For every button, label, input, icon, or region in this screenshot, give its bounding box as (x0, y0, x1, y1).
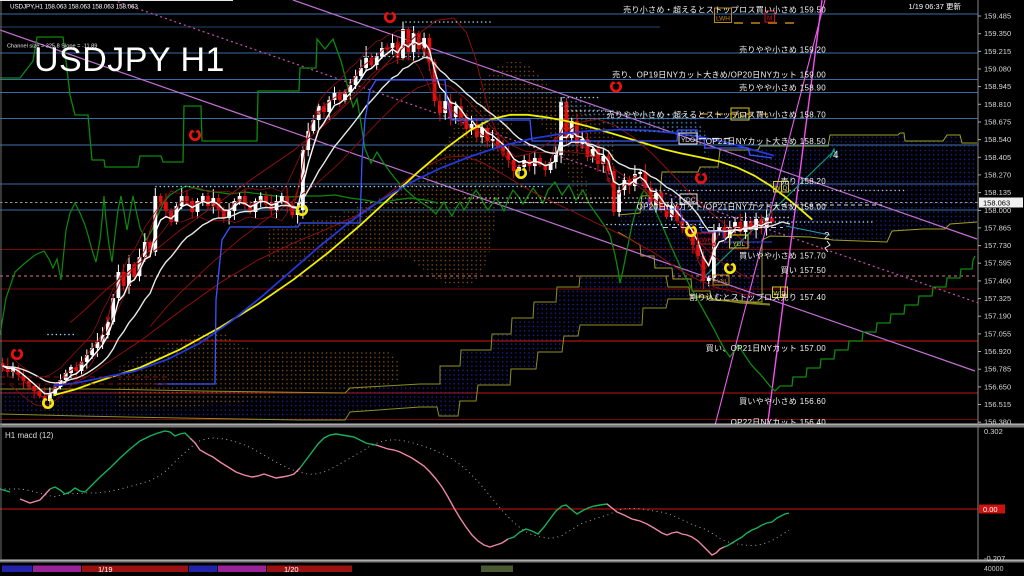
svg-text:D: D (783, 185, 788, 192)
svg-text:0.302: 0.302 (984, 427, 1003, 436)
svg-text:157.865: 157.865 (984, 223, 1011, 232)
svg-text:USDJPY,H1 158.063 158.063 158: USDJPY,H1 158.063 158.063 158.063 158.06… (10, 4, 138, 11)
svg-text:売り 158.20: 売り 158.20 (781, 176, 827, 186)
svg-text:159.350: 159.350 (984, 29, 1011, 38)
svg-text:158.270: 158.270 (984, 170, 1011, 179)
svg-text:156.920: 156.920 (984, 347, 1011, 356)
svg-text:2: 2 (824, 231, 830, 242)
svg-text:157.055: 157.055 (984, 329, 1011, 338)
svg-text:159.485: 159.485 (984, 12, 1011, 21)
svg-text:157.190: 157.190 (984, 312, 1011, 321)
svg-text:LWH: LWH (716, 16, 730, 23)
svg-text:買い、OP21日NYカット 157.00: 買い、OP21日NYカット 157.00 (706, 344, 827, 353)
svg-text:156.380: 156.380 (984, 418, 1011, 427)
svg-text:売りやや小さめ 159.20: 売りやや小さめ 159.20 (739, 45, 826, 55)
svg-text:M: M (767, 15, 772, 22)
svg-text:158.135: 158.135 (984, 188, 1011, 197)
svg-text:40000: 40000 (984, 566, 1004, 573)
svg-text:LWH: LWH (698, 237, 712, 244)
svg-text:買いやや小さめ 156.60: 買いやや小さめ 156.60 (739, 397, 826, 406)
svg-text:1/20: 1/20 (284, 565, 299, 574)
svg-text:Channel size = 325.8 Slope = -: Channel size = 325.8 Slope = -11.89 (7, 44, 97, 50)
svg-text:157.460: 157.460 (984, 276, 1011, 285)
svg-text:1/19 06:37 更新: 1/19 06:37 更新 (908, 1, 961, 11)
svg-text:156.515: 156.515 (984, 400, 1011, 409)
svg-text:159.215: 159.215 (984, 47, 1011, 56)
svg-text:4: 4 (833, 150, 839, 161)
svg-text:156.650: 156.650 (984, 382, 1011, 391)
svg-text:1/19: 1/19 (98, 565, 113, 574)
svg-text:158.540: 158.540 (984, 135, 1011, 144)
svg-text:-0.207: -0.207 (984, 554, 1005, 563)
svg-text:0.00: 0.00 (983, 505, 998, 514)
svg-text:LVNL: LVNL (714, 279, 727, 285)
svg-text:YDO: YDO (681, 137, 695, 144)
svg-text:157.325: 157.325 (984, 294, 1011, 303)
svg-text:157.595: 157.595 (984, 259, 1011, 268)
svg-text:157.730: 157.730 (984, 241, 1011, 250)
svg-text:買い 157.50: 買い 157.50 (781, 266, 827, 275)
svg-text:売りやや小さめ 158.90: 売りやや小さめ 158.90 (739, 83, 826, 93)
svg-text:割り込むとストップロス売り 157.40: 割り込むとストップロス売り 157.40 (689, 292, 826, 302)
svg-text:158.945: 158.945 (984, 82, 1011, 91)
svg-text:W: W (774, 185, 781, 192)
svg-text:買いやや小さめ 157.70: 買いやや小さめ 157.70 (739, 252, 826, 261)
svg-text:H1 macd (12): H1 macd (12) (5, 431, 54, 440)
svg-text:OP21日NYカット大きめ 158.50: OP21日NYカット大きめ 158.50 (706, 136, 827, 146)
svg-text:159.080: 159.080 (984, 65, 1011, 74)
svg-text:YDL: YDL (732, 241, 745, 248)
svg-text:156.785: 156.785 (984, 365, 1011, 374)
svg-text:OP20日NYカット/OP21日NYカット大きめ 158.0: OP20日NYカット/OP21日NYカット大きめ 158.00 (637, 202, 827, 212)
svg-text:売りやや小さめ・超えるとストップロス買い小さめ 158.70: 売りやや小さめ・超えるとストップロス買い小さめ 158.70 (607, 110, 827, 120)
svg-text:売り、OP19日NYカット大きめ/OP20日NYカット 15: 売り、OP19日NYカット大きめ/OP20日NYカット 159.00 (612, 70, 826, 80)
svg-text:158.675: 158.675 (984, 118, 1011, 127)
svg-text:158.405: 158.405 (984, 153, 1011, 162)
svg-text:158.810: 158.810 (984, 100, 1011, 109)
svg-text:158.063: 158.063 (983, 199, 1010, 208)
svg-text:売り小さめ・超えるとストップロス買い小さめ 159.50: 売り小さめ・超えるとストップロス買い小さめ 159.50 (623, 5, 826, 15)
